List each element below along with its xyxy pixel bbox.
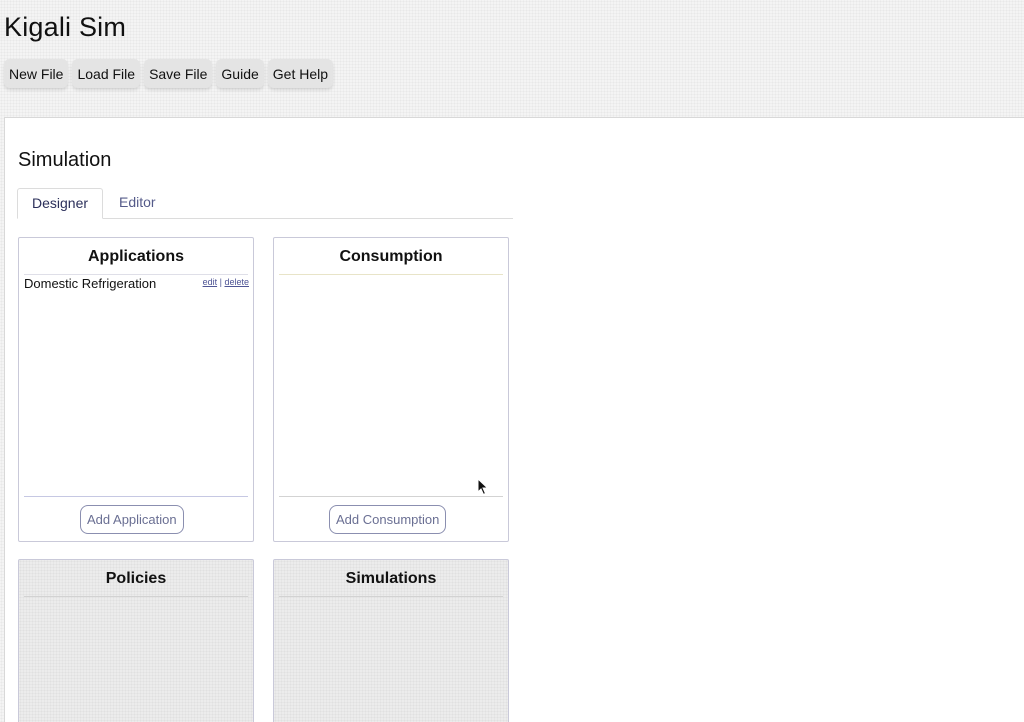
edit-link[interactable]: edit [203, 277, 218, 287]
applications-list: Domestic Refrigeration edit | delete [24, 275, 249, 496]
action-separator: | [219, 277, 222, 287]
card-footer-divider [24, 496, 248, 497]
card-footer-divider [279, 496, 503, 497]
consumption-card: Consumption Add Consumption [273, 237, 509, 542]
card-divider [279, 596, 503, 597]
application-name: Domestic Refrigeration [24, 276, 157, 291]
applications-card: Applications Domestic Refrigeration edit… [18, 237, 254, 542]
tab-bar: Designer Editor [17, 188, 513, 219]
consumption-list [279, 275, 504, 496]
load-file-button[interactable]: Load File [72, 59, 141, 88]
policies-title: Policies [105, 570, 167, 587]
policies-card: Policies [18, 559, 254, 722]
add-application-button[interactable]: Add Application [80, 505, 184, 534]
section-title: Simulation [18, 149, 112, 171]
toolbar: New File Load File Save File Guide Get H… [4, 59, 334, 88]
get-help-button[interactable]: Get Help [267, 59, 334, 88]
tab-designer[interactable]: Designer [17, 188, 104, 219]
new-file-button[interactable]: New File [4, 59, 69, 88]
card-divider [24, 596, 248, 597]
guide-button[interactable]: Guide [216, 59, 264, 88]
mouse-pointer-icon [477, 478, 489, 496]
tab-editor[interactable]: Editor [105, 188, 170, 219]
delete-link[interactable]: delete [224, 277, 249, 287]
item-actions: edit | delete [203, 274, 249, 290]
save-file-button[interactable]: Save File [144, 59, 213, 88]
consumption-title: Consumption [339, 248, 443, 265]
list-item: Domestic Refrigeration edit | delete [24, 276, 249, 292]
app-title: Kigali Sim [4, 12, 127, 42]
add-consumption-button[interactable]: Add Consumption [329, 505, 447, 534]
simulations-card: Simulations [273, 559, 509, 722]
simulation-panel: Simulation Designer Editor Applications … [4, 117, 1024, 722]
simulations-title: Simulations [345, 570, 437, 587]
applications-title: Applications [87, 248, 184, 265]
